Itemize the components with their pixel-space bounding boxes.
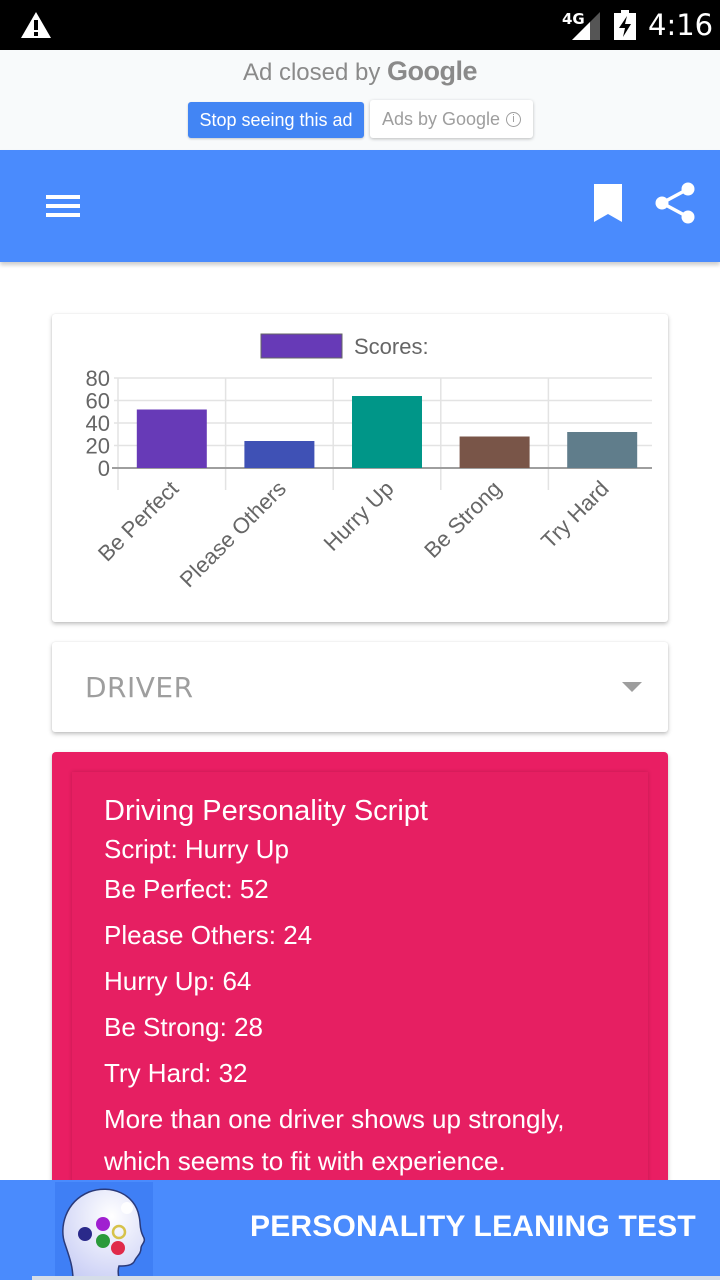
x-tick-label: Please Others	[175, 476, 291, 592]
footer-banner[interactable]: PERSONALITY LEANING TEST	[0, 1180, 720, 1280]
head-gears-icon	[62, 1188, 146, 1280]
stop-seeing-ad-button[interactable]: Stop seeing this ad	[188, 102, 364, 138]
ad-closed-text: Ad closed by	[242, 59, 381, 86]
bar-try-hard	[567, 432, 638, 468]
chart-card: Scores: 0 20 40 60 80 Be Perfect Please Other…	[52, 314, 668, 622]
score-be-perfect: Be Perfect: 52	[104, 874, 269, 904]
ads-by-google-label: Ads by Google	[381, 108, 501, 129]
legend-label: Scores:	[354, 334, 429, 359]
script-type-dropdown[interactable]: DRIVER	[52, 642, 668, 732]
battery-charging-icon	[614, 10, 636, 40]
footer-divider	[32, 1276, 720, 1280]
dropdown-arrow-icon	[622, 682, 642, 692]
ads-by-google-button[interactable]: Ads by Google i	[370, 100, 533, 138]
app-logo	[55, 1182, 153, 1280]
signal-icon	[572, 12, 600, 40]
y-tick-label: 0	[98, 456, 110, 481]
ad-closed-message: Ad closed by Google	[0, 56, 720, 87]
clock: 4:16	[648, 8, 714, 42]
result-summary: More than one driver shows up strongly, …	[104, 1104, 565, 1176]
result-panel: Driving Personality Script Script: Hurry…	[72, 772, 648, 1202]
ad-banner: Ad closed by Google Stop seeing this ad …	[0, 50, 720, 150]
bookmark-icon[interactable]	[590, 182, 626, 226]
share-icon[interactable]	[652, 180, 698, 226]
legend-swatch	[260, 333, 343, 359]
y-tick-label: 60	[86, 389, 110, 414]
menu-icon[interactable]	[44, 190, 82, 222]
x-tick-label: Hurry Up	[319, 476, 399, 556]
y-tick-label: 20	[86, 434, 110, 459]
result-title: Driving Personality Script	[104, 795, 428, 827]
bar-be-perfect	[136, 409, 207, 468]
x-tick-label: Be Perfect	[93, 476, 183, 566]
warning-icon	[21, 12, 51, 38]
result-card: Driving Personality Script Script: Hurry…	[52, 752, 668, 1202]
score-please-others: Please Others: 24	[104, 920, 313, 950]
score-try-hard: Try Hard: 32	[104, 1058, 248, 1088]
result-script: Script: Hurry Up	[104, 834, 289, 864]
bar-chart: Scores: 020406080 Be PerfectPlease Other…	[86, 333, 652, 592]
x-tick-label: Be Strong	[419, 476, 506, 563]
status-bar: 4G 4:16	[0, 0, 720, 50]
bar-hurry-up	[352, 396, 422, 468]
app-bar	[0, 150, 720, 262]
score-be-strong: Be Strong: 28	[104, 1012, 263, 1042]
app-name: PERSONALITY LEANING TEST	[250, 1210, 696, 1243]
bar-please-others	[244, 441, 315, 468]
dropdown-selected-value: DRIVER	[85, 671, 194, 704]
score-hurry-up: Hurry Up: 64	[104, 966, 252, 996]
info-icon: i	[506, 111, 522, 127]
bar-be-strong	[459, 436, 530, 468]
y-tick-label: 40	[86, 411, 110, 436]
google-logo: Google	[387, 56, 478, 86]
y-tick-label: 80	[86, 366, 110, 391]
